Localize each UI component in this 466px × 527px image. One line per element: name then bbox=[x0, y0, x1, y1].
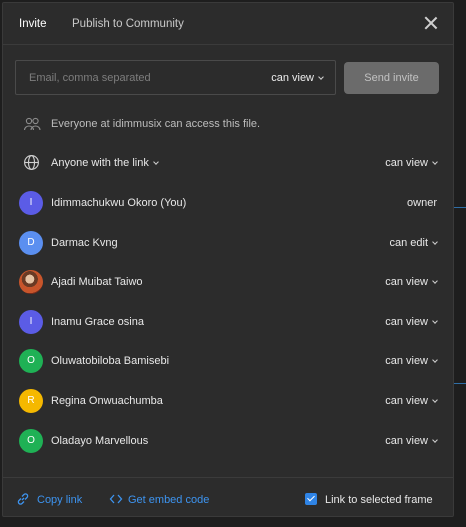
dialog-header: Invite Publish to Community bbox=[3, 3, 453, 45]
code-icon[interactable] bbox=[109, 492, 123, 506]
avatar: O bbox=[19, 429, 43, 453]
backdrop-accent-line bbox=[454, 383, 466, 384]
close-icon[interactable] bbox=[423, 15, 439, 31]
people-icon bbox=[23, 117, 41, 131]
dialog-footer: Copy link Get embed code Link to selecte… bbox=[3, 477, 453, 517]
chevron-down-icon bbox=[318, 74, 324, 80]
link-access-label: Anyone with the link bbox=[51, 157, 149, 169]
member-row: I Idimmachukwu Okoro (You) owner bbox=[3, 189, 453, 217]
member-permission-label: can view bbox=[385, 355, 428, 367]
link-icon[interactable] bbox=[16, 492, 30, 506]
tab-publish-to-community[interactable]: Publish to Community bbox=[72, 18, 184, 30]
member-permission-label: can view bbox=[385, 395, 428, 407]
link-access-dropdown[interactable]: Anyone with the link bbox=[51, 157, 159, 169]
member-name: Ajadi Muibat Taiwo bbox=[51, 276, 143, 288]
member-permission-dropdown[interactable]: can view bbox=[385, 355, 438, 367]
member-name: Darmac Kvng bbox=[51, 237, 118, 249]
avatar: D bbox=[19, 231, 43, 255]
globe-icon bbox=[24, 155, 39, 170]
invite-input-group: can view bbox=[15, 60, 336, 95]
backdrop-accent-line bbox=[454, 207, 466, 208]
invite-permission-dropdown[interactable]: can view bbox=[271, 72, 324, 84]
member-permission-dropdown[interactable]: can edit bbox=[389, 237, 438, 249]
avatar: O bbox=[19, 349, 43, 373]
member-permission-dropdown[interactable]: can view bbox=[385, 395, 438, 407]
member-permission-dropdown[interactable]: can view bbox=[385, 435, 438, 447]
member-row: D Darmac Kvng can edit bbox=[3, 229, 453, 257]
avatar: I bbox=[19, 191, 43, 215]
member-name: Oluwatobiloba Bamisebi bbox=[51, 355, 170, 367]
member-role: owner bbox=[407, 197, 437, 209]
member-row: Ajadi Muibat Taiwo can view bbox=[3, 268, 453, 296]
member-row: O Oladayo Marvellous can view bbox=[3, 427, 453, 455]
chevron-down-icon bbox=[432, 318, 438, 324]
member-permission-label: can view bbox=[385, 435, 428, 447]
member-row: O Oluwatobiloba Bamisebi can view bbox=[3, 347, 453, 375]
email-input[interactable] bbox=[16, 61, 256, 94]
chevron-down-icon bbox=[432, 437, 438, 443]
chevron-down-icon bbox=[432, 278, 438, 284]
avatar-photo bbox=[19, 270, 43, 294]
avatar: R bbox=[19, 389, 43, 413]
share-dialog: Invite Publish to Community can view Sen… bbox=[2, 2, 454, 517]
member-name: Regina Onwuachumba bbox=[51, 395, 163, 407]
invite-permission-label: can view bbox=[271, 72, 314, 84]
member-name: Idimmachukwu Okoro (You) bbox=[51, 197, 187, 209]
send-invite-button[interactable]: Send invite bbox=[344, 62, 439, 94]
tab-invite[interactable]: Invite bbox=[19, 18, 47, 30]
chevron-down-icon bbox=[432, 159, 438, 165]
org-access-text: Everyone at idimmusix can access this fi… bbox=[51, 118, 261, 130]
chevron-down-icon bbox=[432, 357, 438, 363]
avatar: I bbox=[19, 310, 43, 334]
copy-link-button[interactable]: Copy link bbox=[37, 494, 82, 506]
member-permission-label: can view bbox=[385, 276, 428, 288]
member-row: I Inamu Grace osina can view bbox=[3, 308, 453, 336]
link-to-selected-frame-label: Link to selected frame bbox=[325, 494, 433, 506]
link-permission-label: can view bbox=[385, 157, 428, 169]
chevron-down-icon bbox=[153, 159, 159, 165]
link-permission-dropdown[interactable]: can view bbox=[385, 157, 438, 169]
link-access-row: Anyone with the link can view bbox=[3, 149, 453, 177]
org-access-row: Everyone at idimmusix can access this fi… bbox=[3, 110, 453, 138]
chevron-down-icon bbox=[432, 397, 438, 403]
link-to-selected-frame-checkbox[interactable] bbox=[305, 493, 317, 505]
member-name: Oladayo Marvellous bbox=[51, 435, 149, 447]
member-permission-label: can view bbox=[385, 316, 428, 328]
member-permission-label: can edit bbox=[389, 237, 428, 249]
member-name: Inamu Grace osina bbox=[51, 316, 144, 328]
member-permission-dropdown[interactable]: can view bbox=[385, 276, 438, 288]
member-permission-dropdown[interactable]: can view bbox=[385, 316, 438, 328]
get-embed-code-button[interactable]: Get embed code bbox=[128, 494, 209, 506]
member-row: R Regina Onwuachumba can view bbox=[3, 387, 453, 415]
chevron-down-icon bbox=[432, 239, 438, 245]
